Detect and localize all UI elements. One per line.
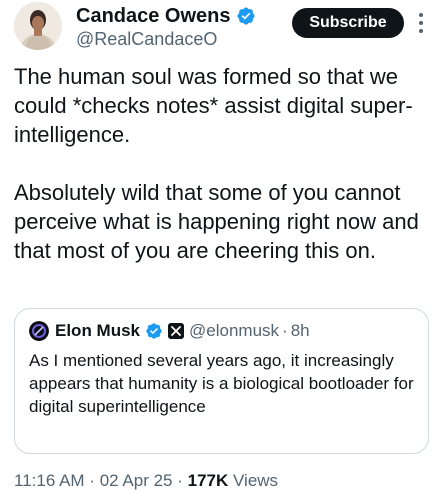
verified-badge-icon	[236, 7, 255, 25]
author-name-row: Candace Owens	[76, 4, 256, 28]
quoted-tweet-card[interactable]: Elon Musk @elonmusk · 8h As I mentioned …	[14, 308, 429, 454]
quoted-tweet-text: As I mentioned several years ago, it inc…	[29, 351, 414, 416]
author-display-name[interactable]: Candace Owens	[76, 4, 231, 28]
views-label: Views	[233, 471, 279, 490]
verified-badge-icon	[146, 323, 162, 339]
quoted-author-avatar	[29, 321, 49, 341]
separator-dot: ·	[282, 321, 288, 340]
quoted-tweet-header: Elon Musk @elonmusk · 8h	[29, 321, 310, 341]
quoted-author-handle: @elonmusk	[189, 321, 280, 340]
tweet-meta: 11:16 AM · 02 Apr 25 · 177K Views	[14, 470, 278, 492]
author-avatar[interactable]	[14, 2, 62, 50]
separator-dot: ·	[177, 471, 183, 490]
tweet-body: The human soul was formed so that we cou…	[14, 62, 429, 265]
author-handle[interactable]: @RealCandaceO	[76, 28, 217, 50]
quoted-author-name: Elon Musk	[55, 321, 141, 340]
tweet-time[interactable]: 11:16 AM	[14, 471, 85, 490]
quoted-profile-photo-icon	[29, 321, 49, 341]
tweet-date[interactable]: 02 Apr 25	[100, 471, 173, 490]
tweet-header: Candace Owens @RealCandaceO Subscribe	[0, 0, 445, 60]
profile-photo-icon	[14, 2, 62, 50]
tweet-paragraph: The human soul was formed so that we cou…	[14, 64, 413, 147]
separator-dot: ·	[89, 471, 95, 490]
x-affiliate-badge-icon	[168, 323, 185, 339]
views-count: 177K	[187, 471, 229, 490]
quoted-tweet-time: 8h	[290, 321, 310, 340]
subscribe-button[interactable]: Subscribe	[292, 8, 404, 38]
more-options-icon[interactable]	[418, 12, 424, 34]
tweet-paragraph: Absolutely wild that some of you cannot …	[14, 180, 419, 263]
